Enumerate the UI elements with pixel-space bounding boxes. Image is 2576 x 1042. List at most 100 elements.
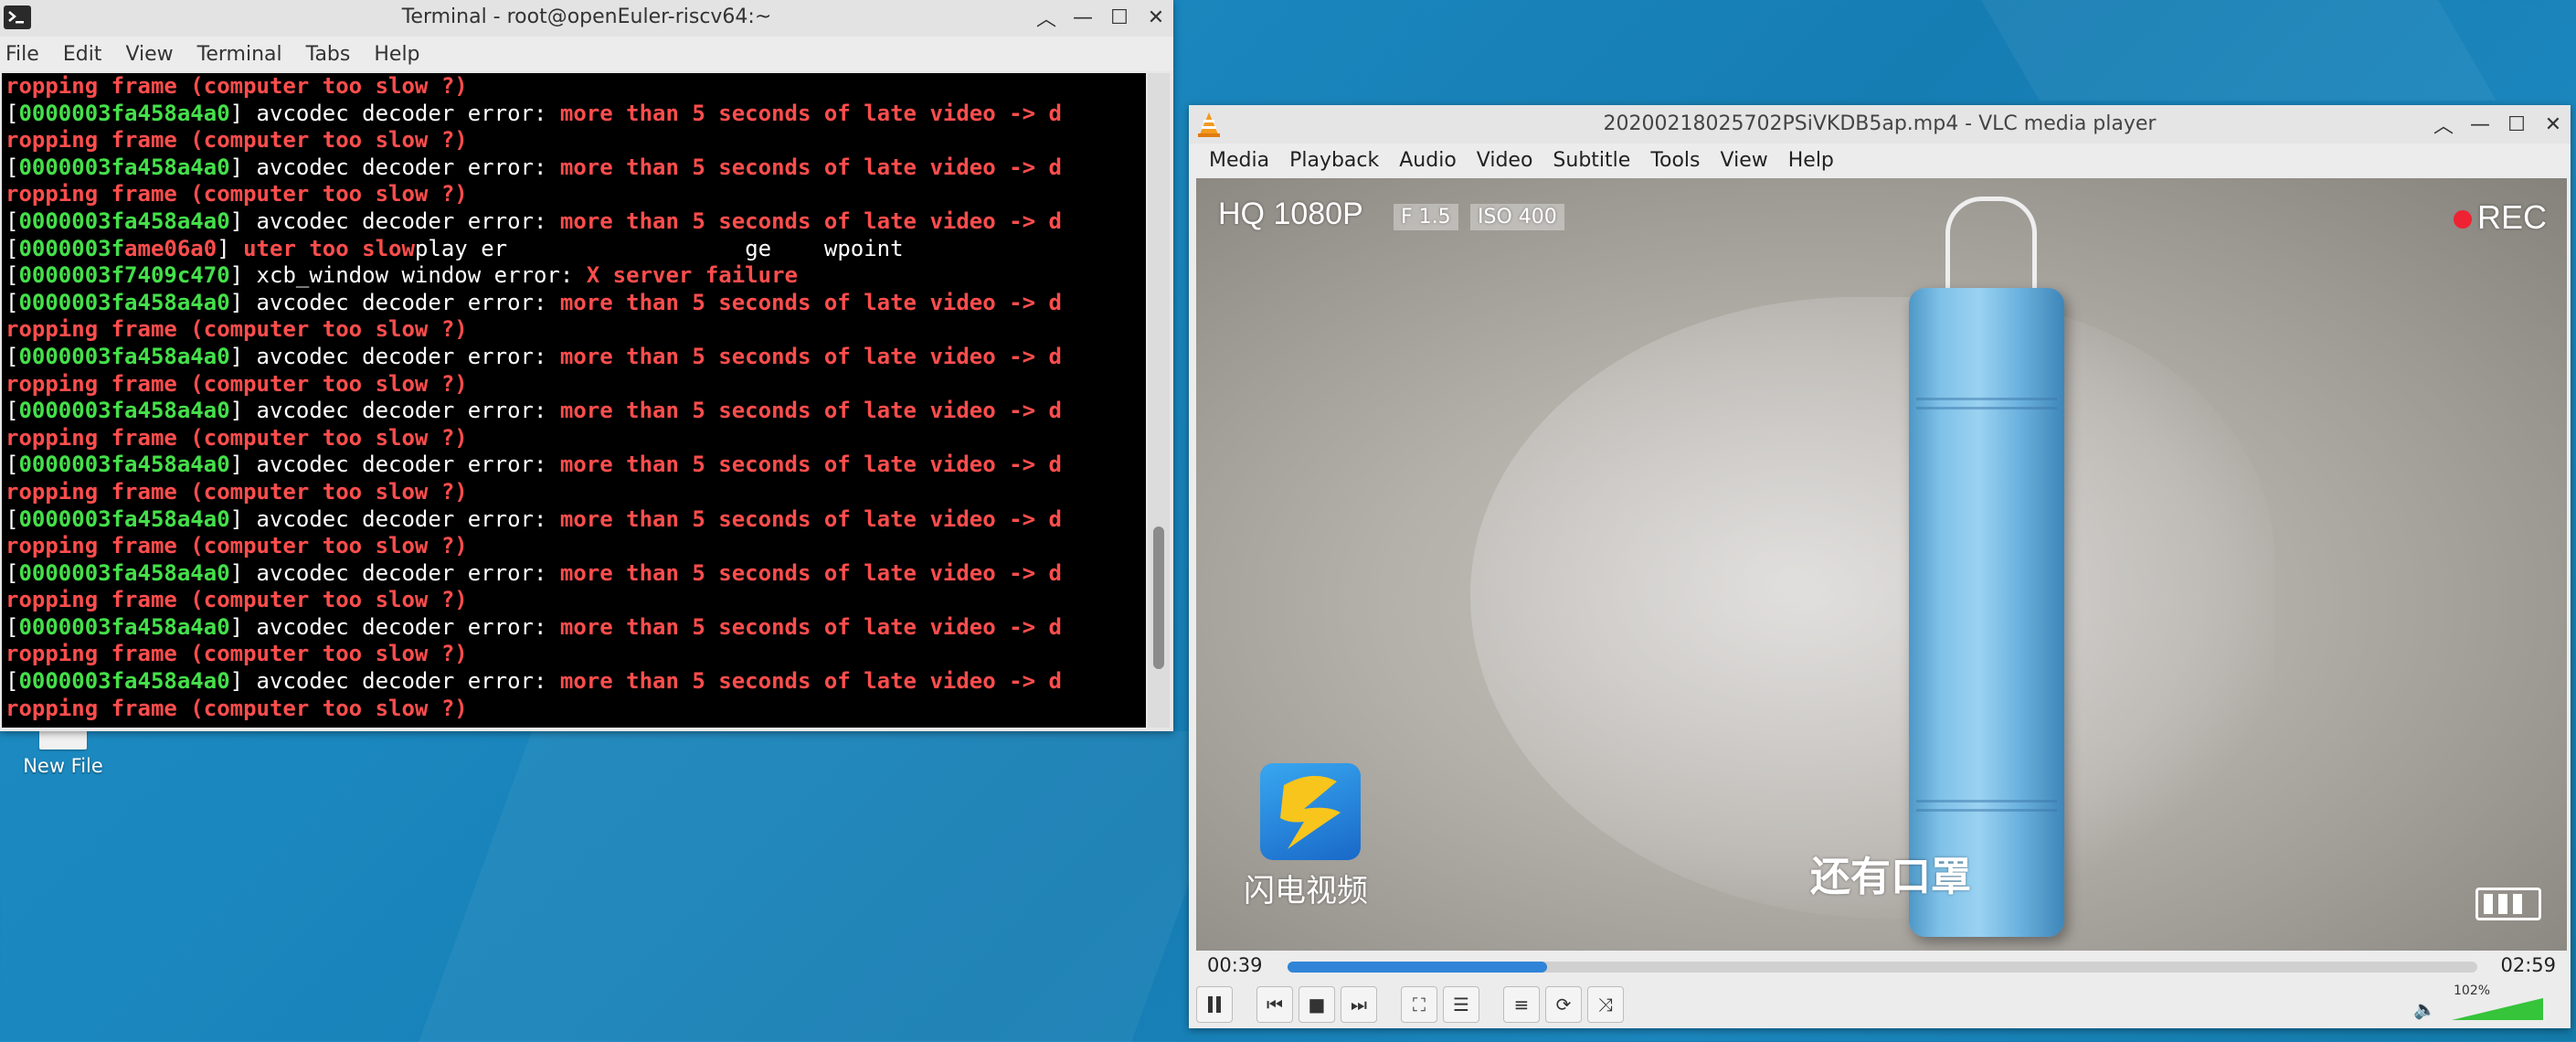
terminal-line: ropping frame (computer too slow ?) <box>2 533 1146 560</box>
terminal-text: ropping frame (computer too slow ?) <box>5 533 468 559</box>
volume-percent: 102% <box>2454 984 2491 998</box>
previous-button[interactable]: ⏮ <box>1256 986 1293 1023</box>
minimize-button[interactable]: — <box>1069 4 1097 31</box>
osd-brand: 闪电视频 <box>1244 873 1368 909</box>
terminal-text: ] avcodec decoder error: <box>229 452 560 478</box>
menu-subtitle[interactable]: Subtitle <box>1553 149 1630 172</box>
seek-bar[interactable] <box>1288 962 2477 973</box>
terminal-text: 0000003fa458a4a0 <box>18 668 230 695</box>
menu-video[interactable]: Video <box>1477 149 1533 172</box>
terminal-text: more than 5 seconds of late video -> d <box>559 154 1062 180</box>
terminal-text: [ <box>5 559 19 586</box>
terminal-title: Terminal - root@openEuler-riscv64:~ <box>401 5 772 28</box>
terminal-text: ] avcodec decoder error: <box>229 154 560 180</box>
terminal-text: ropping frame (computer too slow ?) <box>5 695 468 721</box>
menu-terminal[interactable]: Terminal <box>197 43 282 66</box>
window-controls: ︿ — ☐ ✕ <box>2430 111 2567 139</box>
terminal-text: ropping frame (computer too slow ?) <box>5 478 468 505</box>
terminal-line: ropping frame (computer too slow ?) <box>2 181 1146 208</box>
close-button[interactable]: ✕ <box>2539 111 2567 138</box>
terminal-line: [0000003fa458a4a0] avcodec decoder error… <box>2 560 1146 588</box>
terminal-line: ropping frame (computer too slow ?) <box>2 479 1146 506</box>
terminal-text: ] <box>217 235 244 261</box>
terminal-line: [0000003fa458a4a0] avcodec decoder error… <box>2 668 1146 696</box>
desktop-icon-label: New File <box>23 755 103 777</box>
terminal-line: ropping frame (computer too slow ?) <box>2 73 1146 101</box>
terminal-text: [ <box>5 505 19 532</box>
terminal-text: more than 5 seconds of late video -> d <box>559 100 1062 126</box>
playlist-button[interactable]: ≡ <box>1503 986 1540 1023</box>
terminal-line: [0000003fa458a4a0] avcodec decoder error… <box>2 290 1146 317</box>
terminal-output[interactable]: ropping frame (computer too slow ?) [0000… <box>2 73 1146 728</box>
terminal-text: [ <box>5 262 19 289</box>
menu-edit[interactable]: Edit <box>63 43 102 66</box>
loop-icon: ⟳ <box>1555 994 1572 1015</box>
terminal-titlebar[interactable]: Terminal - root@openEuler-riscv64:~ ︿ — … <box>0 0 1173 37</box>
maximize-button[interactable]: ☐ <box>1106 4 1133 31</box>
menu-view[interactable]: View <box>125 43 173 66</box>
terminal-line: [0000003fame06a0] uter too slowplay er g… <box>2 236 1146 263</box>
loop-button[interactable]: ⟳ <box>1545 986 1582 1023</box>
equalizer-icon: ☰ <box>1453 994 1469 1015</box>
terminal-text: 0000003fa458a4a0 <box>18 100 230 126</box>
menu-view[interactable]: View <box>1721 149 1768 172</box>
menu-media[interactable]: Media <box>1209 149 1269 172</box>
battery-icon <box>2475 888 2541 920</box>
terminal-text: ropping frame (computer too slow ?) <box>5 641 468 667</box>
terminal-line: [0000003fa458a4a0] avcodec decoder error… <box>2 154 1146 182</box>
restore-up-icon[interactable]: ︿ <box>2430 111 2457 138</box>
terminal-text: play er <box>414 235 640 261</box>
terminal-text: [ <box>5 668 19 695</box>
menu-tabs[interactable]: Tabs <box>306 43 351 66</box>
shuffle-icon: ⤨ <box>1598 994 1613 1015</box>
terminal-text: 0000003fa458a4a0 <box>18 559 230 586</box>
close-button[interactable]: ✕ <box>1142 4 1170 31</box>
vlc-title: 20200218025702PSiVKDB5ap.mp4 - VLC media… <box>1603 112 2157 135</box>
terminal-text: 0000003fa458a4a0 <box>18 398 230 424</box>
minimize-button[interactable]: — <box>2466 111 2494 138</box>
volume-slider[interactable] <box>2452 998 2547 1022</box>
menu-playback[interactable]: Playback <box>1289 149 1379 172</box>
osd-subtitle: 还有口罩 <box>1810 854 1971 900</box>
terminal-text: 0000003fa458a4a0 <box>18 289 230 315</box>
vlc-window[interactable]: 20200218025702PSiVKDB5ap.mp4 - VLC media… <box>1189 105 2571 1028</box>
terminal-text: 0000003f <box>18 235 125 261</box>
terminal-line: ropping frame (computer too slow ?) <box>2 641 1146 668</box>
terminal-text: ropping frame (computer too slow ?) <box>5 370 468 397</box>
next-icon: ⏭ <box>1351 994 1367 1015</box>
stop-button[interactable]: ■ <box>1299 986 1335 1023</box>
maximize-button[interactable]: ☐ <box>2503 111 2530 138</box>
terminal-text: ropping frame (computer too slow ?) <box>5 587 468 613</box>
scrollbar-thumb[interactable] <box>1153 526 1164 669</box>
terminal-scrollbar[interactable] <box>1148 73 1170 728</box>
terminal-window[interactable]: Terminal - root@openEuler-riscv64:~ ︿ — … <box>0 0 1173 731</box>
extended-settings-button[interactable]: ☰ <box>1443 986 1479 1023</box>
menu-help[interactable]: Help <box>374 43 419 66</box>
restore-up-icon[interactable]: ︿ <box>1033 4 1060 31</box>
terminal-text: more than 5 seconds of late video -> d <box>559 289 1062 315</box>
terminal-text: 0000003fa458a4a0 <box>18 207 230 234</box>
speaker-icon[interactable]: 🔈 <box>2413 998 2436 1020</box>
video-area[interactable]: HQ 1080P F 1.5 ISO 400 REC 闪电视频 还有口罩 <box>1196 178 2567 951</box>
menu-audio[interactable]: Audio <box>1399 149 1457 172</box>
pause-icon <box>1208 996 1221 1013</box>
next-button[interactable]: ⏭ <box>1341 986 1377 1023</box>
terminal-menubar: File Edit View Terminal Tabs Help <box>0 37 1173 71</box>
menu-file[interactable]: File <box>5 43 39 66</box>
pause-button[interactable] <box>1196 986 1233 1023</box>
vlc-titlebar[interactable]: 20200218025702PSiVKDB5ap.mp4 - VLC media… <box>1189 105 2571 144</box>
menu-tools[interactable]: Tools <box>1650 149 1700 172</box>
volume-control[interactable]: 🔈 102% <box>2406 984 2552 1024</box>
time-total: 02:59 <box>2500 954 2556 976</box>
fullscreen-button[interactable]: ⛶ <box>1401 986 1437 1023</box>
rec-label: REC <box>2476 198 2547 236</box>
terminal-line: [0000003fa458a4a0] avcodec decoder error… <box>2 101 1146 128</box>
terminal-text: 0000003fa458a4a0 <box>18 613 230 640</box>
terminal-text: more than 5 seconds of late video -> d <box>559 559 1062 586</box>
previous-icon: ⏮ <box>1267 994 1283 1015</box>
lightning-logo-icon <box>1260 763 1361 860</box>
terminal-text: ] avcodec decoder error: <box>229 343 560 369</box>
menu-help[interactable]: Help <box>1788 149 1834 172</box>
shuffle-button[interactable]: ⤨ <box>1587 986 1624 1023</box>
terminal-line: [0000003fa458a4a0] avcodec decoder error… <box>2 452 1146 479</box>
